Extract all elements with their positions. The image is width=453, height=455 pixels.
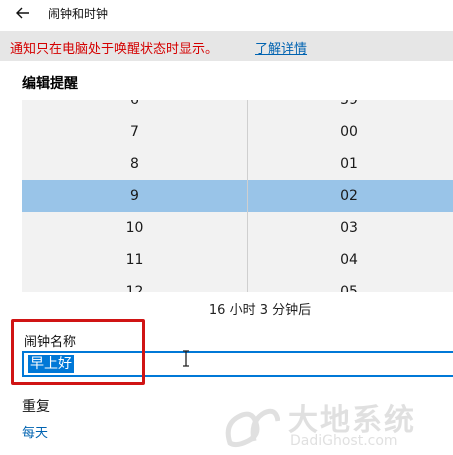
- edit-reminder-heading: 编辑提醒: [22, 76, 78, 92]
- watermark-subtext: DadiGhost.com: [290, 433, 398, 449]
- hour-option[interactable]: 10: [22, 212, 247, 244]
- hour-column[interactable]: 6 7 8 9 10 11 12: [22, 100, 247, 292]
- hour-option[interactable]: 8: [22, 148, 247, 180]
- minute-option[interactable]: 04: [236, 244, 453, 276]
- time-picker[interactable]: 6 7 8 9 10 11 12 59 00 01 02 03 04 05: [22, 100, 453, 292]
- text-cursor-icon: [183, 350, 189, 367]
- repeat-label: 重复: [22, 399, 50, 415]
- hour-option-selected[interactable]: 9: [22, 180, 247, 212]
- notification-banner: 通知只在电脑处于唤醒状态时显示。 了解详情: [0, 31, 453, 61]
- watermark: 大地系统 DadiGhost.com: [218, 393, 453, 455]
- back-arrow-icon[interactable]: [14, 4, 32, 22]
- minute-option[interactable]: 05: [236, 276, 453, 292]
- title-bar: 闹钟和时钟: [0, 0, 453, 28]
- minute-option[interactable]: 00: [236, 116, 453, 148]
- minute-option[interactable]: 59: [236, 100, 453, 116]
- annotation-highlight-box: [11, 319, 145, 385]
- time-remaining-text: 16 小时 3 分钟后: [208, 303, 312, 318]
- minute-option[interactable]: 01: [236, 148, 453, 180]
- minute-column[interactable]: 59 00 01 02 03 04 05: [248, 100, 453, 292]
- minute-option-selected[interactable]: 02: [236, 180, 453, 212]
- hour-option[interactable]: 7: [22, 116, 247, 148]
- repeat-value-link[interactable]: 每天: [22, 422, 48, 441]
- hour-option[interactable]: 12: [22, 276, 247, 292]
- learn-more-link[interactable]: 了解详情: [255, 38, 307, 57]
- minute-option[interactable]: 03: [236, 212, 453, 244]
- hour-option[interactable]: 6: [22, 100, 247, 116]
- window-title: 闹钟和时钟: [48, 7, 109, 21]
- watermark-logo-icon: [225, 408, 280, 448]
- hour-option[interactable]: 11: [22, 244, 247, 276]
- notice-text: 通知只在电脑处于唤醒状态时显示。: [10, 42, 219, 57]
